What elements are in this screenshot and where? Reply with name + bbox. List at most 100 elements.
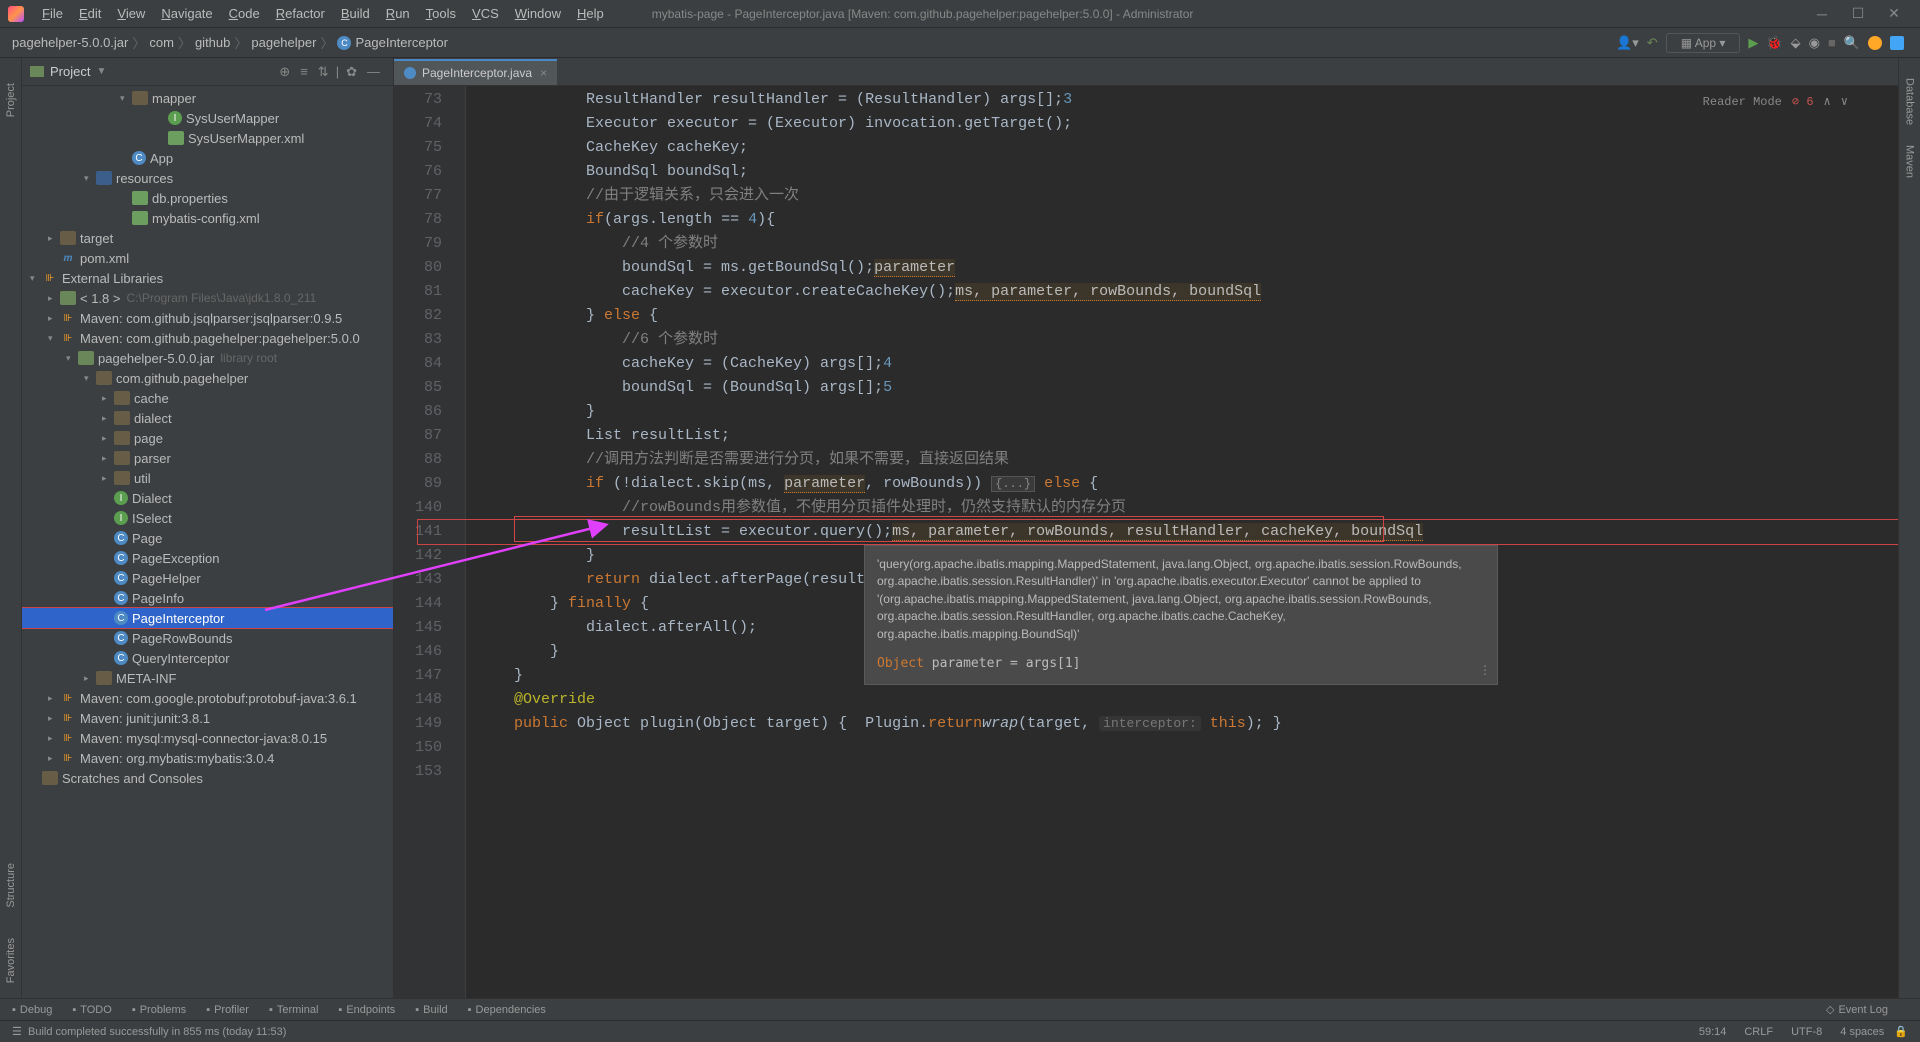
code-line[interactable]: @Override <box>478 688 1898 712</box>
bottom-tool-debug[interactable]: ▪Debug <box>12 1004 52 1016</box>
ide-notification-icon[interactable] <box>1868 36 1882 50</box>
breadcrumb-part[interactable]: PageInterceptor <box>355 35 448 50</box>
tree-row[interactable]: page <box>22 428 393 448</box>
tree-row[interactable]: target <box>22 228 393 248</box>
code-line[interactable]: boundSql = (BoundSql) args[];5 <box>478 376 1898 400</box>
maximize-icon[interactable]: ☐ <box>1840 5 1876 22</box>
tree-row[interactable]: Scratches and Consoles <box>22 768 393 788</box>
tree-row[interactable]: SysUserMapper.xml <box>22 128 393 148</box>
menu-view[interactable]: View <box>109 6 153 21</box>
menu-code[interactable]: Code <box>221 6 268 21</box>
tree-row[interactable]: db.properties <box>22 188 393 208</box>
menu-window[interactable]: Window <box>507 6 569 21</box>
tree-arrow-icon[interactable] <box>48 693 60 704</box>
profile-icon[interactable]: ◉ <box>1809 35 1820 51</box>
tree-row[interactable]: IISelect <box>22 508 393 528</box>
status-hamburger-icon[interactable]: ☰ <box>12 1025 22 1038</box>
project-tree[interactable]: mapperISysUserMapperSysUserMapper.xmlCAp… <box>22 86 393 998</box>
code-line[interactable]: BoundSql boundSql; <box>478 160 1898 184</box>
tree-row[interactable]: ISysUserMapper <box>22 108 393 128</box>
breadcrumb-part[interactable]: github <box>195 35 230 50</box>
debug-icon[interactable]: 🐞 <box>1766 35 1782 51</box>
tree-row[interactable]: ⊪Maven: com.github.jsqlparser:jsqlparser… <box>22 308 393 328</box>
code-content[interactable]: ResultHandler resultHandler = (ResultHan… <box>466 86 1898 998</box>
back-arrow-icon[interactable]: ↶ <box>1647 35 1658 51</box>
tree-arrow-icon[interactable] <box>48 233 60 244</box>
tree-row[interactable]: META-INF <box>22 668 393 688</box>
tree-arrow-icon[interactable] <box>30 273 42 284</box>
tree-arrow-icon[interactable] <box>84 673 96 684</box>
tree-row[interactable]: CPageHelper <box>22 568 393 588</box>
tree-arrow-icon[interactable] <box>102 433 114 444</box>
bottom-tool-dependencies[interactable]: ▪Dependencies <box>468 1004 546 1016</box>
coverage-icon[interactable]: ⬙ <box>1791 35 1801 51</box>
close-icon[interactable]: ✕ <box>1876 5 1912 22</box>
tree-row[interactable]: com.github.pagehelper <box>22 368 393 388</box>
menu-vcs[interactable]: VCS <box>464 6 507 21</box>
gutter-tab-structure[interactable]: Structure <box>5 863 17 908</box>
tree-row[interactable]: ⊪Maven: com.google.protobuf:protobuf-jav… <box>22 688 393 708</box>
more-icon[interactable]: ⋮ <box>1479 662 1491 679</box>
code-line[interactable]: if (!dialect.skip(ms, parameter, rowBoun… <box>478 472 1898 496</box>
tree-arrow-icon[interactable] <box>48 333 60 344</box>
gutter-tab-project[interactable]: Project <box>5 83 17 117</box>
bottom-tool-endpoints[interactable]: ▪Endpoints <box>338 1004 395 1016</box>
bottom-tool-todo[interactable]: ▪TODO <box>72 1004 111 1016</box>
tree-arrow-icon[interactable] <box>102 453 114 464</box>
tree-row[interactable]: ⊪Maven: junit:junit:3.8.1 <box>22 708 393 728</box>
tree-row[interactable]: CPageException <box>22 548 393 568</box>
tree-row[interactable]: mybatis-config.xml <box>22 208 393 228</box>
code-line[interactable]: boundSql = ms.getBoundSql();parameter <box>478 256 1898 280</box>
tree-arrow-icon[interactable] <box>84 373 96 384</box>
tree-arrow-icon[interactable] <box>102 413 114 424</box>
tree-row[interactable]: ⊪Maven: mysql:mysql-connector-java:8.0.1… <box>22 728 393 748</box>
code-line[interactable]: Executor executor = (Executor) invocatio… <box>478 112 1898 136</box>
tree-row[interactable]: < 1.8 >C:\Program Files\Java\jdk1.8.0_21… <box>22 288 393 308</box>
tree-arrow-icon[interactable] <box>120 93 132 104</box>
menu-navigate[interactable]: Navigate <box>153 6 220 21</box>
code-line[interactable]: cacheKey = (CacheKey) args[];4 <box>478 352 1898 376</box>
breadcrumb-part[interactable]: pagehelper-5.0.0.jar <box>12 35 128 50</box>
indent-setting[interactable]: 4 spaces <box>1840 1026 1884 1038</box>
tree-row[interactable]: CPageInfo <box>22 588 393 608</box>
caret-position[interactable]: 59:14 <box>1699 1026 1727 1038</box>
breadcrumb-part[interactable]: pagehelper <box>251 35 316 50</box>
tree-row[interactable]: mapper <box>22 88 393 108</box>
code-line[interactable]: //4 个参数时 <box>478 232 1898 256</box>
tree-row[interactable]: CQueryInterceptor <box>22 648 393 668</box>
hide-icon[interactable]: — <box>367 64 380 79</box>
tree-row[interactable]: CPageInterceptor <box>22 608 393 628</box>
bottom-tool-build[interactable]: ▪Build <box>415 1004 447 1016</box>
code-editor[interactable]: Reader Mode ⊘ 6 ∧ ∨ 73747576777879808182… <box>394 86 1898 998</box>
ide-badge-icon[interactable] <box>1890 36 1904 50</box>
menu-help[interactable]: Help <box>569 6 612 21</box>
gutter-tab-database[interactable]: Database <box>1904 78 1916 125</box>
tree-row[interactable]: CPage <box>22 528 393 548</box>
tree-arrow-icon[interactable] <box>102 393 114 404</box>
close-tab-icon[interactable]: × <box>540 66 547 80</box>
tree-arrow-icon[interactable] <box>48 313 60 324</box>
menu-build[interactable]: Build <box>333 6 378 21</box>
tree-row[interactable]: CPageRowBounds <box>22 628 393 648</box>
code-line[interactable]: CacheKey cacheKey; <box>478 136 1898 160</box>
search-icon[interactable]: 🔍 <box>1844 35 1860 51</box>
code-line[interactable]: //rowBounds用参数值，不使用分页插件处理时，仍然支持默认的内存分页 <box>478 496 1898 520</box>
lock-icon[interactable]: 🔒 <box>1894 1025 1908 1038</box>
tab-page-interceptor[interactable]: PageInterceptor.java × <box>394 59 557 85</box>
tree-arrow-icon[interactable] <box>84 173 96 184</box>
code-line[interactable]: } else { <box>478 304 1898 328</box>
tree-arrow-icon[interactable] <box>48 733 60 744</box>
code-line[interactable]: if(args.length == 4){ <box>478 208 1898 232</box>
expand-icon[interactable]: ≡ <box>300 64 308 79</box>
menu-file[interactable]: File <box>34 6 71 21</box>
tree-row[interactable]: parser <box>22 448 393 468</box>
gear-icon[interactable]: ✿ <box>346 64 357 80</box>
collapse-icon[interactable]: ⇅ <box>318 64 329 80</box>
run-icon[interactable]: ▶ <box>1748 35 1758 51</box>
bottom-tool-profiler[interactable]: ▪Profiler <box>206 1004 249 1016</box>
tree-row[interactable]: pagehelper-5.0.0.jarlibrary root <box>22 348 393 368</box>
code-line[interactable]: List resultList; <box>478 424 1898 448</box>
tree-row[interactable]: ⊪External Libraries <box>22 268 393 288</box>
tree-arrow-icon[interactable] <box>48 753 60 764</box>
code-line[interactable]: ResultHandler resultHandler = (ResultHan… <box>478 88 1898 112</box>
